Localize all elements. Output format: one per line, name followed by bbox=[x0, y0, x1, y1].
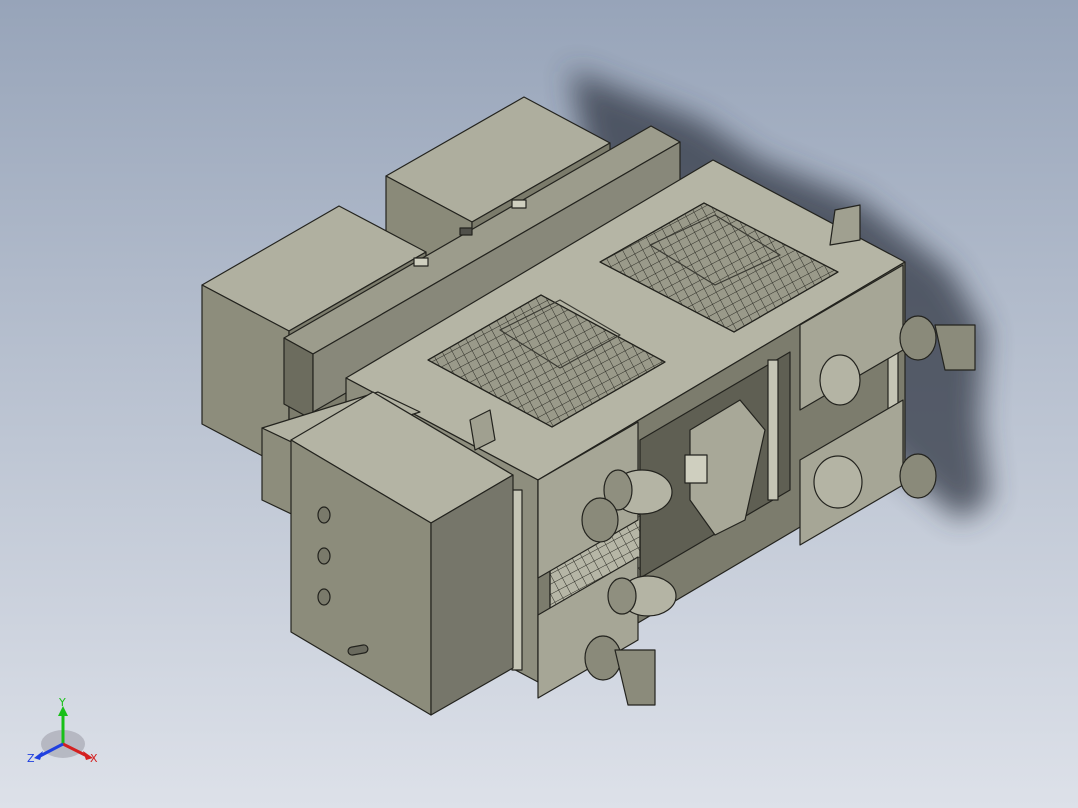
triad-y-label: Y bbox=[58, 696, 66, 709]
rail-clip bbox=[459, 227, 473, 236]
rail-slot bbox=[511, 199, 527, 209]
triad-x-label: X bbox=[90, 752, 98, 765]
cad-3d-viewport[interactable]: Y X Z bbox=[0, 0, 1078, 808]
triad-z-label: Z bbox=[27, 752, 35, 765]
box-knockout-hole bbox=[317, 588, 331, 606]
cad-model-assembly[interactable] bbox=[201, 96, 976, 716]
box-knockout-hole bbox=[317, 506, 331, 524]
view-orientation-triad[interactable]: Y X Z bbox=[27, 696, 98, 765]
rail-slot bbox=[413, 257, 429, 267]
box-knockout-hole bbox=[317, 547, 331, 565]
